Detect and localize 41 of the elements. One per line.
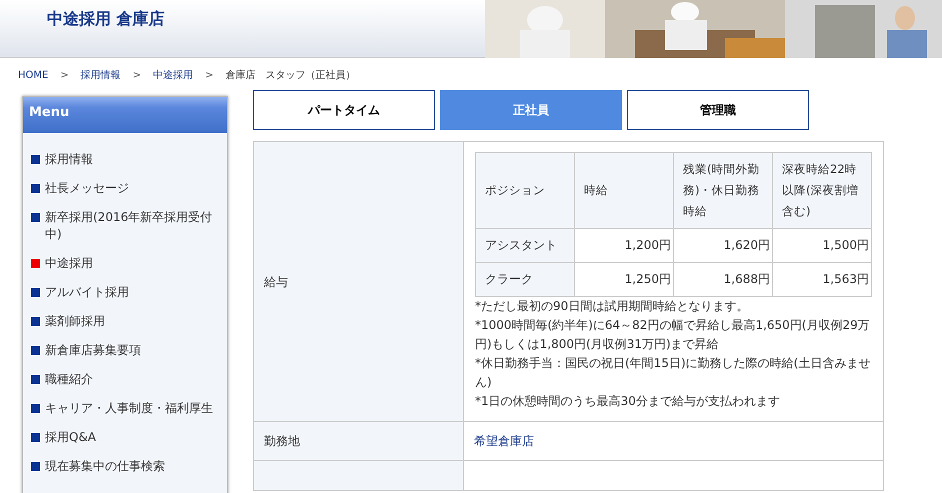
- sidebar-item[interactable]: 薬剤師採用: [45, 313, 105, 330]
- breadcrumb-link[interactable]: 中途採用: [153, 68, 194, 96]
- sidebar-item[interactable]: 採用Q&A: [45, 429, 96, 446]
- column-header: 残業(時間外勤務)・休日勤務時給: [674, 152, 772, 228]
- table-cell: 1,250円: [574, 262, 674, 296]
- sidebar-item[interactable]: 現在募集中の仕事検索: [45, 458, 165, 475]
- note-text: *1000時間毎(約半年)に64～82円の幅で昇給し最高1,650円(月収例29万円)もしくは1,800円(月収例31万円)まで昇給: [475, 317, 871, 353]
- sidebar-item[interactable]: 社長メッセージ: [45, 180, 129, 197]
- table-cell: 1,620円: [674, 228, 772, 262]
- table-cell: クラーク: [476, 262, 574, 296]
- column-header: ポジション: [476, 152, 574, 228]
- sidebar-item[interactable]: アルバイト採用: [45, 284, 129, 301]
- note-text: *1日の休憩時間のうち最高30分まで給与が支払われます: [475, 393, 781, 410]
- table-cell: アシスタント: [476, 228, 574, 262]
- sidebar-item[interactable]: 中途採用: [45, 255, 93, 272]
- location-link[interactable]: 希望倉庫店: [474, 434, 534, 448]
- table-cell: 1,563円: [772, 262, 872, 296]
- row-label: 勤務地: [254, 422, 464, 460]
- tab[interactable]: 管理職: [627, 90, 809, 130]
- column-header: 時給: [574, 152, 674, 228]
- breadcrumb-separator: >: [205, 69, 214, 83]
- column-header: 深夜時給22時以降(深夜割増含む): [772, 152, 872, 228]
- note-text: *ただし最初の90日間は試用期間時給となります。: [475, 298, 750, 315]
- sidebar-title: Menu: [23, 97, 227, 133]
- table-cell: 1,688円: [674, 262, 772, 296]
- sidebar-item[interactable]: 採用情報: [45, 151, 93, 168]
- breadcrumb-separator: >: [60, 69, 69, 83]
- breadcrumb-separator: >: [132, 69, 142, 83]
- breadcrumb-link[interactable]: HOME: [18, 68, 48, 96]
- sidebar-item[interactable]: キャリア・人事制度・福利厚生: [45, 400, 213, 417]
- page-title: 中途採用 倉庫店: [46, 8, 165, 28]
- sidebar-item[interactable]: 新倉庫店募集要項: [45, 342, 141, 359]
- sidebar-item[interactable]: 新卒採用(2016年新卒採用受付中): [45, 209, 221, 243]
- tab[interactable]: パートタイム: [253, 90, 435, 130]
- breadcrumb-link[interactable]: 採用情報: [80, 68, 121, 96]
- breadcrumb-current: 倉庫店 スタッフ（正社員）: [226, 68, 356, 83]
- note-text: *休日勤務手当：国民の祝日(年間15日)に勤務した際の時給(土日含みません): [475, 355, 872, 391]
- table-cell: 1,500円: [772, 228, 872, 262]
- sidebar-item[interactable]: 職種紹介: [45, 371, 93, 388]
- row-label: 給与: [254, 142, 464, 422]
- table-cell: 1,200円: [574, 228, 674, 262]
